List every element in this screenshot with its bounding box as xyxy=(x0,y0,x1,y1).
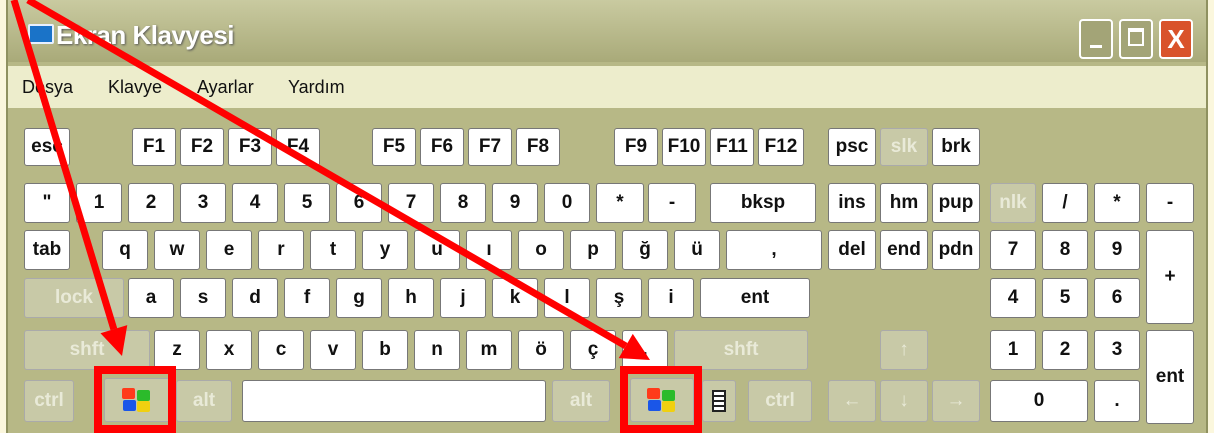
annotation-arrow-left xyxy=(10,0,128,356)
annotation-arrow-right xyxy=(26,0,650,360)
highlight-box xyxy=(94,366,176,433)
highlight-box xyxy=(620,366,702,433)
annotation-overlay xyxy=(10,0,650,360)
